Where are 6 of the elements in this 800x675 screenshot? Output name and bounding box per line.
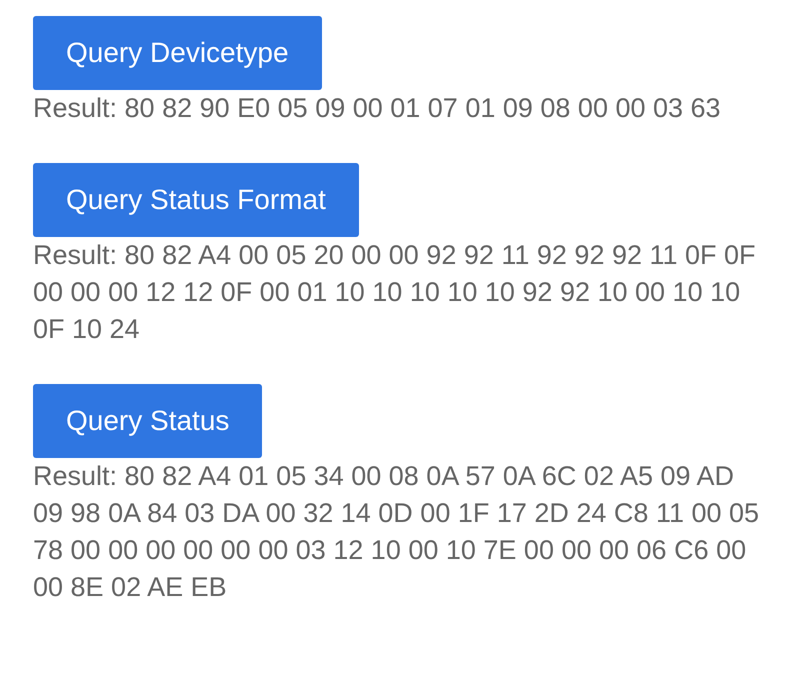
result-text: Result: 80 82 A4 00 05 20 00 00 92 92 11 92 92 92 11 0F 0F 00 00 00 12 12 0F 00 01 10 10 10 10 10 92 92 10 00 10 10 0F 10 24 [33, 239, 757, 346]
query-button[interactable]: Query Devicetype [33, 16, 322, 90]
result-text: Result: 80 82 90 E0 05 09 00 01 07 01 09 08 00 00 03 63 [33, 92, 722, 125]
query-button[interactable]: Query Status Format [33, 163, 359, 237]
query-button[interactable]: Query Status [33, 384, 262, 458]
result-text: Result: 80 82 A4 01 05 34 00 08 0A 57 0A 6C 02 A5 09 AD 09 98 0A 84 03 DA 00 32 14 0D 00 1F 17 2D 24 C8 11 00 05 78 00 00 00 00 00 00 03 12 10 00 10 7E 00 00 00 06 C6 00 00 8E 02 AE EB [33, 460, 760, 604]
